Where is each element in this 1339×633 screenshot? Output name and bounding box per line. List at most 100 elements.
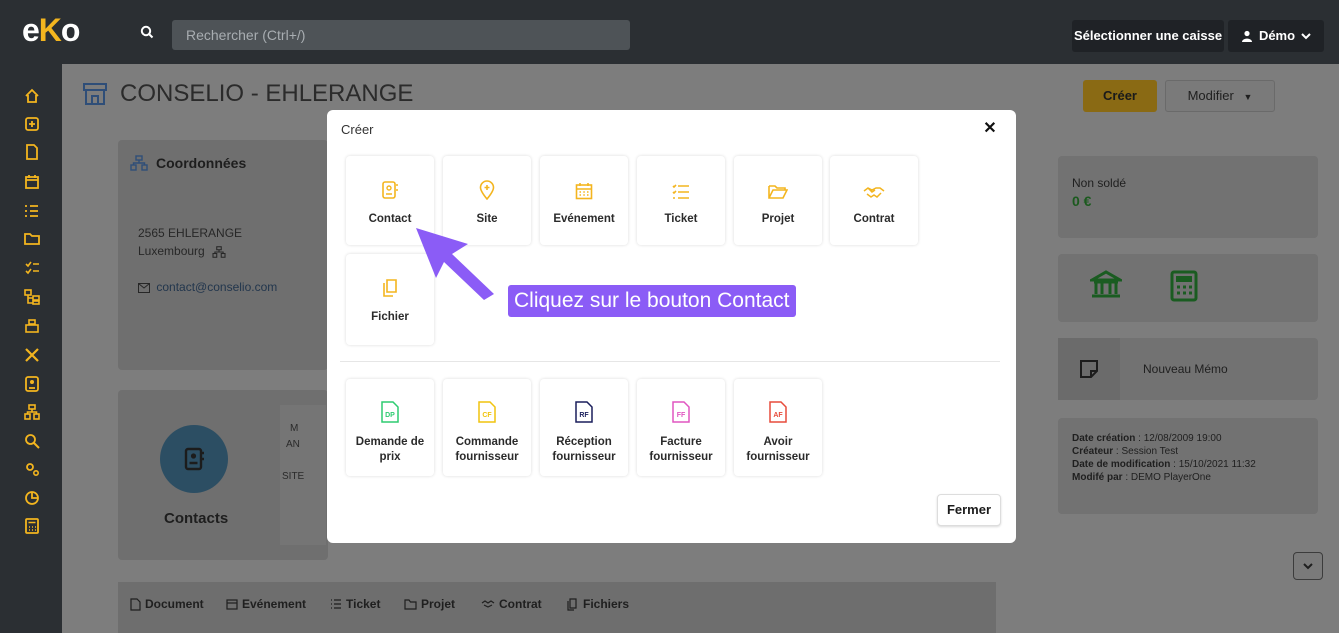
tile-commande-fournisseur[interactable]: CF Commande fournisseur bbox=[443, 379, 531, 476]
email-link[interactable]: contact@conselio.com bbox=[138, 280, 277, 294]
settings-icon[interactable] bbox=[24, 461, 40, 477]
tile-reception-fournisseur-label: Réception fournisseur bbox=[552, 436, 616, 463]
user-icon bbox=[1241, 30, 1252, 42]
sitemap-icon[interactable] bbox=[24, 404, 40, 420]
contact-card-icon[interactable] bbox=[24, 376, 40, 392]
store-icon bbox=[83, 83, 107, 105]
memo-label[interactable]: Nouveau Mémo bbox=[1143, 362, 1228, 376]
document-cf-icon: CF bbox=[478, 401, 496, 423]
contact-fragment-2: AN bbox=[286, 439, 300, 450]
meta-date-creation-value: : 12/08/2009 19:00 bbox=[1135, 433, 1222, 444]
tab-evenement-label: Evénement bbox=[242, 597, 307, 611]
meta-date-modif-label: Date de modification bbox=[1072, 459, 1171, 470]
contacts-detail-panel: M AN SITE bbox=[280, 405, 326, 545]
calculator-icon[interactable] bbox=[24, 518, 40, 534]
non-solde-value: 0 € bbox=[1072, 193, 1092, 209]
svg-text:DP: DP bbox=[385, 412, 395, 419]
tab-ticket[interactable]: Ticket bbox=[330, 597, 380, 611]
svg-text:CF: CF bbox=[482, 412, 492, 419]
tab-evenement[interactable]: Evénement bbox=[226, 597, 306, 611]
tile-facture-fournisseur[interactable]: FF Facture fournisseur bbox=[637, 379, 725, 476]
collapse-button[interactable] bbox=[1293, 552, 1323, 580]
select-caisse-button[interactable]: Sélectionner une caisse bbox=[1072, 20, 1224, 52]
tab-projet-label: Projet bbox=[421, 597, 456, 611]
modal-title: Créer bbox=[341, 122, 374, 137]
create-button[interactable]: Créer bbox=[1083, 80, 1157, 112]
search-icon[interactable] bbox=[132, 18, 162, 46]
meta-modifie-par-value: : DEMO PlayerOne bbox=[1122, 472, 1211, 483]
contact-icon bbox=[382, 181, 398, 199]
handshake-icon bbox=[481, 600, 495, 608]
modify-label: Modifier bbox=[1187, 88, 1234, 103]
tile-avoir-fournisseur[interactable]: AF Avoir fournisseur bbox=[734, 379, 822, 476]
top-bar: eKo Rechercher (Ctrl+/) Sélectionner une… bbox=[0, 0, 1339, 64]
svg-text:FF: FF bbox=[677, 412, 686, 419]
contacts-label: Contacts bbox=[164, 510, 229, 527]
calendar-icon bbox=[575, 183, 593, 200]
page-title-text: CONSELIO - EHLERANGE bbox=[120, 80, 414, 107]
chevron-down-icon bbox=[1301, 33, 1311, 40]
meta-modifie-par: Modifé par : DEMO PlayerOne bbox=[1072, 472, 1211, 483]
tools-icon[interactable] bbox=[24, 347, 40, 363]
contact-fragment-1: M bbox=[290, 423, 299, 434]
tab-document[interactable]: Document bbox=[130, 597, 204, 611]
tile-ticket[interactable]: Ticket bbox=[637, 156, 725, 245]
sitemap-icon bbox=[130, 155, 148, 171]
tab-contrat[interactable]: Contrat bbox=[481, 597, 542, 611]
modal-divider bbox=[340, 361, 1000, 362]
document-af-icon: AF bbox=[769, 401, 787, 423]
cash-register-icon[interactable] bbox=[24, 318, 40, 334]
tasks-icon[interactable] bbox=[24, 260, 40, 276]
search-input[interactable]: Rechercher (Ctrl+/) bbox=[172, 20, 630, 50]
tile-avoir-fournisseur-label: Avoir fournisseur bbox=[746, 436, 810, 463]
sticky-note-icon bbox=[1080, 360, 1098, 378]
tile-projet[interactable]: Projet bbox=[734, 156, 822, 245]
tile-demande-de-prix[interactable]: DP Demande de prix bbox=[346, 379, 434, 476]
close-button[interactable]: Fermer bbox=[937, 494, 1001, 526]
meta-createur-label: Créateur bbox=[1072, 446, 1114, 457]
annotation-callout: Cliquez sur le bouton Contact bbox=[508, 285, 796, 317]
home-icon[interactable] bbox=[24, 88, 40, 104]
checklist-icon[interactable] bbox=[24, 203, 40, 219]
calculator-icon[interactable] bbox=[1170, 270, 1198, 302]
tile-commande-fournisseur-label: Commande fournisseur bbox=[455, 436, 519, 463]
caret-down-icon: ▼ bbox=[1243, 92, 1253, 102]
hierarchy-icon[interactable] bbox=[24, 289, 40, 305]
chevron-down-icon bbox=[1303, 563, 1313, 570]
tab-document-label: Document bbox=[145, 597, 204, 611]
close-icon[interactable]: ✕ bbox=[981, 120, 999, 138]
search-icon[interactable] bbox=[24, 433, 40, 449]
tile-projet-label: Projet bbox=[761, 213, 795, 225]
contacts-circle[interactable] bbox=[160, 425, 228, 493]
meta-date-modif-value: : 15/10/2021 11:32 bbox=[1170, 459, 1256, 470]
tab-projet[interactable]: Projet bbox=[404, 597, 455, 611]
document-ff-icon: FF bbox=[672, 401, 690, 423]
app-logo[interactable]: eKo bbox=[22, 12, 80, 49]
document-icon bbox=[130, 597, 141, 611]
folder-icon[interactable] bbox=[24, 231, 40, 247]
add-square-icon[interactable] bbox=[24, 116, 40, 132]
tile-reception-fournisseur[interactable]: RF Réception fournisseur bbox=[540, 379, 628, 476]
user-menu-button[interactable]: Démo bbox=[1228, 20, 1324, 52]
envelope-icon bbox=[138, 282, 150, 293]
document-rf-icon: RF bbox=[575, 401, 593, 423]
meta-date-creation-label: Date création bbox=[1072, 433, 1136, 444]
bank-icon[interactable] bbox=[1090, 270, 1122, 300]
pie-chart-icon[interactable] bbox=[24, 490, 40, 506]
meta-date-creation: Date création : 12/08/2009 19:00 bbox=[1072, 433, 1222, 444]
files-icon bbox=[567, 597, 577, 611]
memo-icon-box bbox=[1058, 338, 1120, 400]
address-country: Luxembourg bbox=[138, 244, 205, 258]
tile-fichier-label: Fichier bbox=[371, 311, 409, 323]
document-icon[interactable] bbox=[24, 144, 40, 160]
folder-icon bbox=[404, 598, 417, 610]
modify-dropdown-button[interactable]: Modifier ▼ bbox=[1165, 80, 1275, 112]
contact-card-icon bbox=[184, 447, 204, 471]
meta-modifie-par-label: Modifé par bbox=[1072, 472, 1123, 483]
calendar-icon[interactable] bbox=[24, 174, 40, 190]
calendar-icon bbox=[226, 599, 238, 610]
tab-contrat-label: Contrat bbox=[499, 597, 542, 611]
tab-fichiers[interactable]: Fichiers bbox=[567, 597, 629, 611]
tile-evenement[interactable]: Evénement bbox=[540, 156, 628, 245]
tile-contrat[interactable]: Contrat bbox=[830, 156, 918, 245]
